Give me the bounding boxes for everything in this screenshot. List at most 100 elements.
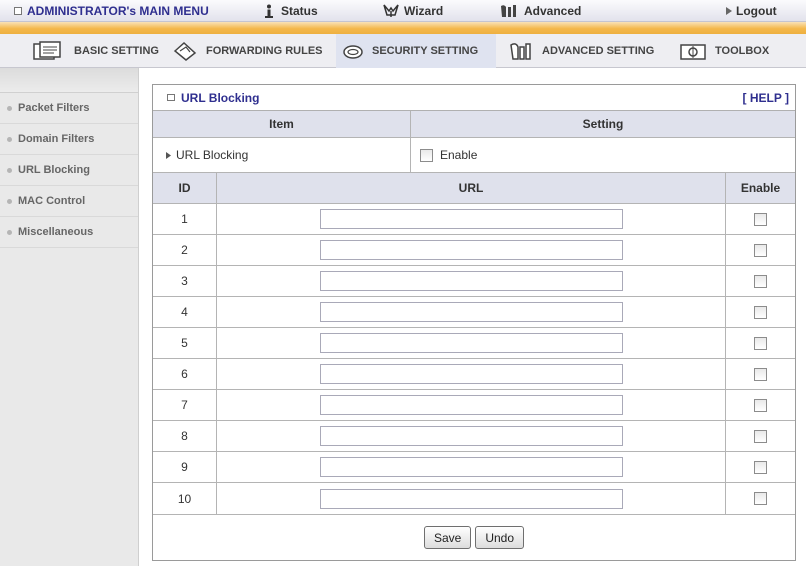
panel-title-label: URL Blocking xyxy=(181,90,260,105)
enable-cell xyxy=(725,235,795,265)
row-id: 1 xyxy=(181,212,188,226)
toolbox-icon xyxy=(679,41,707,61)
sidebar-item-label: MAC Control xyxy=(18,195,86,207)
sidebar-item-mac-control[interactable]: MAC Control xyxy=(0,186,138,217)
enable-cell xyxy=(725,359,795,389)
url-input[interactable] xyxy=(319,457,623,477)
url-blocking-item-cell: URL Blocking xyxy=(153,138,410,172)
row-id: 5 xyxy=(181,336,188,350)
sidebar-item-url-blocking[interactable]: URL Blocking xyxy=(0,155,138,186)
sidebar-item-domain-filters[interactable]: Domain Filters xyxy=(0,124,138,155)
bullet-icon xyxy=(7,136,12,142)
wizard-menu-link[interactable]: Wizard xyxy=(383,3,443,19)
tab-basic-label: BASIC SETTING xyxy=(74,45,159,57)
wizard-label: Wizard xyxy=(404,4,444,18)
enable-cell xyxy=(725,297,795,327)
tab-basic-setting[interactable]: BASIC SETTING xyxy=(26,34,165,68)
bullet-icon xyxy=(7,229,12,235)
tab-forwarding-rules[interactable]: FORWARDING RULES xyxy=(166,34,329,68)
url-cell xyxy=(216,235,725,265)
logout-link[interactable]: Logout xyxy=(726,3,777,19)
row-id: 8 xyxy=(181,429,188,443)
table-row: 7 xyxy=(153,390,795,421)
enable-cell xyxy=(725,421,795,451)
admin-main-menu-label: ADMINISTRATOR's MAIN MENU xyxy=(27,4,209,18)
url-input[interactable] xyxy=(319,302,623,322)
row-enable-checkbox[interactable] xyxy=(754,429,767,443)
row-enable-checkbox[interactable] xyxy=(754,274,767,288)
lock-icon xyxy=(342,41,364,61)
row-id: 4 xyxy=(181,305,188,319)
bullet-icon xyxy=(7,198,12,204)
url-blocking-enable-row: URL Blocking Enable xyxy=(153,138,795,173)
url-input[interactable] xyxy=(319,364,623,384)
advanced-menu-link[interactable]: Advanced xyxy=(499,3,581,19)
wizard-icon xyxy=(383,4,399,18)
info-icon xyxy=(262,4,276,18)
tab-security-label: SECURITY SETTING xyxy=(372,45,479,57)
tab-toolbox[interactable]: TOOLBOX xyxy=(673,34,775,68)
url-cell xyxy=(216,297,725,327)
row-enable-checkbox[interactable] xyxy=(754,492,767,505)
row-enable-checkbox[interactable] xyxy=(754,336,767,350)
row-id: 7 xyxy=(181,398,188,412)
admin-main-menu-link[interactable]: ADMINISTRATOR's MAIN MENU xyxy=(14,3,209,19)
panel-title-bar: URL Blocking [ HELP ] xyxy=(153,85,795,111)
row-enable-checkbox[interactable] xyxy=(754,460,767,474)
advanced-label: Advanced xyxy=(524,4,582,18)
url-input[interactable] xyxy=(319,333,623,353)
enable-cell xyxy=(725,390,795,420)
enable-cell xyxy=(725,328,795,358)
url-input[interactable] xyxy=(319,240,623,260)
table-row: 3 xyxy=(153,266,795,297)
row-enable-checkbox[interactable] xyxy=(754,398,767,412)
row-enable-checkbox[interactable] xyxy=(754,305,767,319)
sidebar-item-label: Miscellaneous xyxy=(18,226,94,238)
id-column-header: ID xyxy=(153,173,216,203)
tool-icon xyxy=(508,41,534,61)
url-input[interactable] xyxy=(319,488,623,509)
url-input[interactable] xyxy=(319,426,623,446)
item-column-header: Item xyxy=(153,111,410,137)
tab-security-setting[interactable]: SECURITY SETTING xyxy=(336,34,496,68)
row-id: 10 xyxy=(177,491,192,506)
tab-bar: BASIC SETTING FORWARDING RULES SECURITY … xyxy=(0,34,806,68)
url-input[interactable] xyxy=(319,271,623,291)
status-menu-link[interactable]: Status xyxy=(262,3,318,19)
table-row: 9 xyxy=(153,452,795,483)
sidebar-item-label: Domain Filters xyxy=(18,133,95,145)
button-row: Save Undo xyxy=(153,515,795,560)
sidebar-item-packet-filters[interactable]: Packet Filters xyxy=(0,93,138,124)
sidebar-item-label: Packet Filters xyxy=(18,102,90,114)
table-row: 5 xyxy=(153,328,795,359)
save-button[interactable]: Save xyxy=(423,526,472,549)
url-cell xyxy=(216,359,725,389)
sidebar: Packet Filters Domain Filters URL Blocki… xyxy=(0,68,139,566)
row-enable-checkbox[interactable] xyxy=(754,367,767,381)
row-enable-checkbox[interactable] xyxy=(754,212,767,226)
sidebar-item-miscellaneous[interactable]: Miscellaneous xyxy=(0,217,138,248)
url-blocking-enable-checkbox[interactable] xyxy=(420,148,433,162)
table-row: 4 xyxy=(153,297,795,328)
enable-cell xyxy=(725,483,795,514)
enable-cell xyxy=(725,204,795,234)
undo-button[interactable]: Undo xyxy=(475,526,525,549)
url-cell xyxy=(216,204,725,234)
table-row: 6 xyxy=(153,359,795,390)
row-enable-checkbox[interactable] xyxy=(754,243,767,257)
document-icon xyxy=(32,41,66,61)
url-input[interactable] xyxy=(319,209,623,229)
url-cell xyxy=(216,266,725,296)
logout-label: Logout xyxy=(736,4,777,18)
arrow-right-icon xyxy=(726,7,732,15)
url-input[interactable] xyxy=(319,395,623,415)
row-id: 6 xyxy=(181,367,188,381)
panel-title: URL Blocking xyxy=(167,91,259,105)
tab-advanced-setting[interactable]: ADVANCED SETTING xyxy=(502,34,660,68)
help-link[interactable]: [ HELP ] xyxy=(743,91,789,105)
row-id: 2 xyxy=(181,243,188,257)
table-row: 1 xyxy=(153,204,795,235)
url-cell xyxy=(216,328,725,358)
square-icon xyxy=(14,7,22,15)
setting-column-header: Setting xyxy=(410,111,795,137)
